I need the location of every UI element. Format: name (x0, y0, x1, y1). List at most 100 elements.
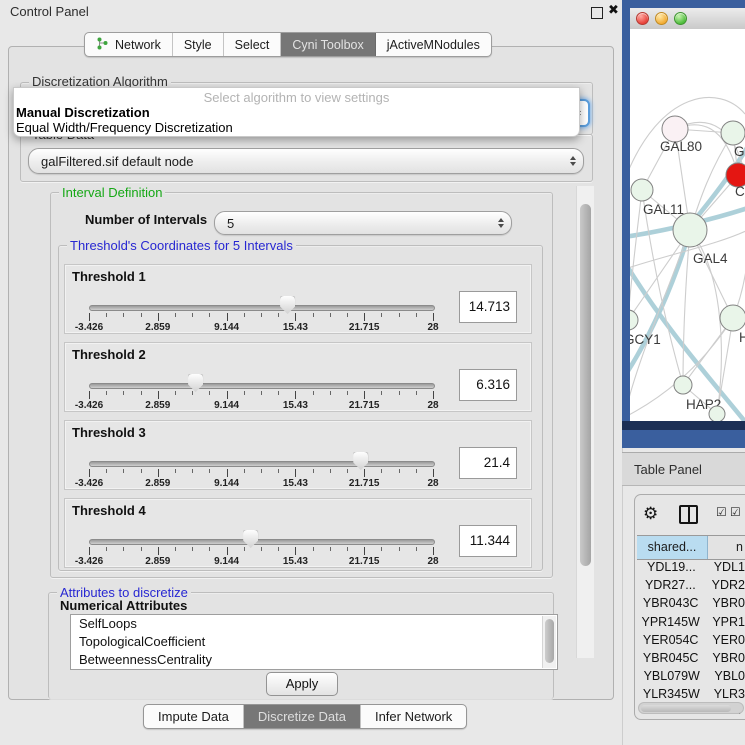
table-horizontal-scrollbar[interactable] (638, 702, 744, 714)
attribute-list-item[interactable]: SelfLoops (71, 615, 557, 633)
table-row[interactable]: YBR045CYBR0 (637, 649, 745, 667)
settings-scrollbar[interactable] (576, 186, 594, 658)
numerical-attributes-label: Numerical Attributes (60, 598, 187, 613)
cell-shared-name[interactable]: YLR345W (637, 687, 706, 701)
slider-tick (261, 313, 262, 317)
network-window-titlebar[interactable] (630, 8, 745, 30)
network-node[interactable] (709, 406, 725, 421)
cell-name[interactable]: YLR3 (706, 687, 745, 701)
table-row[interactable]: YLR345WYLR3 (637, 685, 745, 703)
scrollbar-thumb[interactable] (580, 204, 591, 566)
gear-icon[interactable]: ⚙ (643, 504, 658, 524)
slider-tick (399, 391, 400, 395)
cell-name[interactable]: YBR0 (704, 651, 745, 665)
table-row[interactable]: YBL079WYBL0 (637, 667, 745, 685)
dropdown-option-manual-discretization[interactable]: Manual Discretization (14, 105, 579, 120)
close-icon[interactable]: ✖ (608, 2, 619, 18)
network-icon (96, 37, 109, 53)
network-canvas[interactable]: GAL80GCGAL11GAL4GCY1HHAP2 (630, 29, 745, 421)
close-traffic-light[interactable] (636, 12, 649, 25)
slider-tick-labels: -3.4262.8599.14415.4321.71528 (89, 478, 434, 489)
cell-shared-name[interactable]: YDR27... (637, 578, 704, 592)
checkbox-icon[interactable]: ☑ (716, 505, 727, 519)
threshold-slider-thumb[interactable] (280, 296, 295, 314)
column-header-shared-name[interactable]: shared... (637, 536, 708, 559)
number-of-intervals-combo[interactable]: 5 (214, 211, 512, 235)
tab-network[interactable]: Network (85, 33, 173, 56)
slider-tick (330, 547, 331, 551)
slider-tick (209, 391, 210, 395)
slider-tick (261, 469, 262, 473)
slider-tick-label: -3.426 (75, 322, 103, 333)
apply-button[interactable]: Apply (266, 672, 338, 696)
scrollbar-thumb[interactable] (641, 705, 731, 712)
cell-shared-name[interactable]: YBR045C (637, 651, 704, 665)
slider-tick-label: 15.43 (283, 556, 308, 567)
cell-shared-name[interactable]: YDL19... (637, 560, 706, 574)
slider-tick (227, 391, 228, 399)
cell-shared-name[interactable]: YPR145W (637, 615, 704, 629)
table-row[interactable]: YBR043CYBR0 (637, 594, 745, 612)
zoom-traffic-light[interactable] (674, 12, 687, 25)
list-scrollbar[interactable] (542, 616, 556, 668)
table-row[interactable]: YDL19...YDL1 (637, 558, 745, 576)
float-window-icon[interactable] (591, 7, 603, 19)
tab-cyni-toolbox[interactable]: Cyni Toolbox (281, 33, 375, 56)
tab-infer-network[interactable]: Infer Network (361, 705, 466, 728)
slider-tick (175, 469, 176, 473)
tab-label: Infer Network (375, 709, 452, 724)
cell-name[interactable]: YBL0 (706, 669, 745, 683)
slider-tick-label: 28 (427, 556, 438, 567)
network-node[interactable] (631, 179, 653, 201)
network-node[interactable] (720, 305, 745, 331)
scrollbar-thumb[interactable] (545, 619, 554, 663)
slider-tick (295, 391, 296, 399)
columns-icon[interactable] (679, 505, 698, 524)
cell-name[interactable]: YDR2 (704, 578, 745, 592)
minimize-traffic-light[interactable] (655, 12, 668, 25)
threshold-value-field[interactable]: 14.713 (459, 291, 517, 323)
threshold-slider-track[interactable] (89, 383, 435, 389)
threshold-slider-track[interactable] (89, 305, 435, 311)
threshold-label: Threshold 3 (72, 425, 146, 440)
threshold-value-field[interactable]: 11.344 (459, 525, 517, 557)
cell-name[interactable]: YER0 (704, 633, 745, 647)
network-node[interactable] (721, 121, 745, 145)
slider-tick (433, 391, 434, 399)
threshold-slider-track[interactable] (89, 539, 435, 545)
table-row[interactable]: YDR27...YDR2 (637, 576, 745, 594)
threshold-slider-thumb[interactable] (353, 452, 368, 470)
slider-tick (106, 469, 107, 473)
threshold-value-field[interactable]: 21.4 (459, 447, 517, 479)
network-node[interactable] (674, 376, 692, 394)
tab-select[interactable]: Select (224, 33, 282, 56)
attribute-list-item[interactable]: TopologicalCoefficient (71, 633, 557, 651)
cell-shared-name[interactable]: YBL079W (637, 669, 706, 683)
cell-shared-name[interactable]: YER054C (637, 633, 704, 647)
table-row[interactable]: YPR145WYPR1 (637, 613, 745, 631)
network-node[interactable] (673, 213, 707, 247)
threshold-value-field[interactable]: 6.316 (459, 369, 517, 401)
numerical-attributes-list[interactable]: SelfLoopsTopologicalCoefficientBetweenne… (70, 614, 558, 670)
tab-jactivemnodules[interactable]: jActiveMNodules (376, 33, 491, 56)
tab-discretize-data[interactable]: Discretize Data (244, 705, 361, 728)
column-header-name[interactable]: n (708, 536, 745, 559)
table-data-combo[interactable]: galFiltered.sif default node (28, 148, 584, 174)
threshold-slider-track[interactable] (89, 461, 435, 467)
threshold-slider-thumb[interactable] (188, 374, 203, 392)
threshold-slider-thumb[interactable] (243, 530, 258, 548)
tab-impute-data[interactable]: Impute Data (144, 705, 244, 728)
cell-shared-name[interactable]: YBR043C (637, 596, 704, 610)
attribute-list-item[interactable]: BetweennessCentrality (71, 651, 557, 669)
checkbox-icon[interactable]: ☑ (730, 505, 741, 519)
cell-name[interactable]: YPR1 (704, 615, 745, 629)
cell-name[interactable]: YBR0 (704, 596, 745, 610)
table-rows: YDL19...YDL1YDR27...YDR2YBR043CYBR0YPR14… (637, 558, 745, 714)
network-node[interactable] (630, 310, 638, 330)
tab-style[interactable]: Style (173, 33, 224, 56)
cell-name[interactable]: YDL1 (706, 560, 745, 574)
table-row[interactable]: YER054CYER0 (637, 631, 745, 649)
slider-tick (158, 469, 159, 477)
dropdown-option-equal-width-frequency[interactable]: Equal Width/Frequency Discretization (14, 120, 579, 135)
slider-tick (313, 313, 314, 317)
